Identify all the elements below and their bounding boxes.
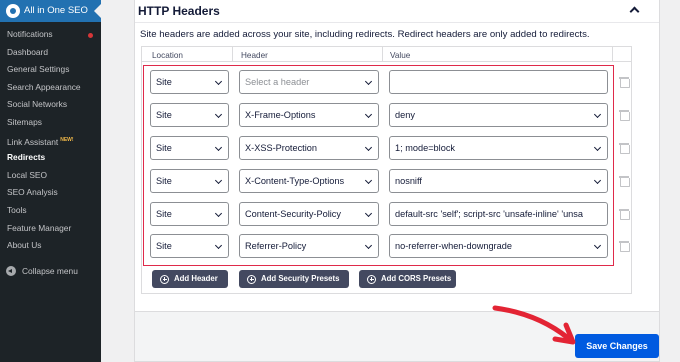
sidebar-item-seo-analysis[interactable]: SEO Analysis	[0, 184, 101, 202]
sidebar-item-label: Link Assistant	[7, 136, 59, 147]
sidebar-item-label: Social Networks	[7, 99, 68, 110]
sidebar-item-search-appearance[interactable]: Search Appearance	[0, 79, 101, 97]
add-security-presets-label: Add Security Presets	[261, 274, 340, 283]
sidebar-item-label: General Settings	[7, 64, 70, 75]
plus-circle-icon	[247, 274, 256, 284]
save-changes-button[interactable]: Save Changes	[575, 334, 659, 358]
sidebar-item-general-settings[interactable]: General Settings	[0, 61, 101, 79]
column-separator	[232, 47, 233, 61]
add-header-button[interactable]: Add Header	[152, 270, 228, 288]
highlight-box	[143, 65, 614, 266]
add-header-label: Add Header	[174, 274, 218, 283]
sidebar-item-label: SEO Analysis	[7, 187, 58, 198]
column-header-value: Value	[390, 51, 411, 60]
collapse-icon	[6, 266, 16, 276]
sidebar-item-label: Search Appearance	[7, 81, 81, 92]
sidebar-item-notifications[interactable]: Notifications	[0, 26, 101, 44]
collapse-card-icon[interactable]	[629, 6, 640, 17]
sidebar-item-label: Tools	[7, 204, 27, 215]
card-divider	[135, 22, 659, 23]
sidebar-item-label: Redirects	[7, 152, 46, 163]
active-menu-notch	[94, 4, 101, 18]
aioseo-logo-icon	[6, 4, 20, 18]
card-title: HTTP Headers	[138, 4, 220, 18]
admin-sidebar: All in One SEO Notifications Dashboard Gen…	[0, 0, 101, 362]
sidebar-item-label: About Us	[7, 240, 42, 251]
collapse-menu-label: Collapse menu	[22, 266, 78, 276]
sidebar-item-dashboard[interactable]: Dashboard	[0, 44, 101, 62]
trash-icon[interactable]	[619, 241, 630, 252]
sidebar-item-about-us[interactable]: About Us	[0, 237, 101, 255]
sidebar-menu: Notifications Dashboard General Settings Se…	[0, 26, 101, 255]
notification-dot-icon	[88, 33, 93, 38]
sidebar-item-label: Notifications	[7, 29, 53, 39]
aioseo-menu-header[interactable]: All in One SEO	[0, 0, 101, 22]
collapse-menu-button[interactable]: Collapse menu	[0, 262, 101, 280]
add-cors-presets-label: Add CORS Presets	[381, 274, 452, 283]
new-badge: NEW!	[60, 136, 74, 143]
brand-name: All in One SEO	[24, 5, 88, 16]
column-separator	[612, 47, 613, 61]
trash-icon[interactable]	[619, 77, 630, 88]
sidebar-item-label: Sitemaps	[7, 116, 42, 127]
sidebar-item-feature-manager[interactable]: Feature Manager	[0, 220, 101, 238]
add-security-presets-button[interactable]: Add Security Presets	[239, 270, 349, 288]
sidebar-item-label: Local SEO	[7, 169, 48, 180]
column-separator	[382, 47, 383, 61]
sidebar-item-local-seo[interactable]: Local SEO	[0, 167, 101, 185]
column-header-header: Header	[241, 51, 268, 60]
trash-icon[interactable]	[619, 209, 630, 220]
plus-circle-icon	[160, 274, 169, 284]
sidebar-item-label: Feature Manager	[7, 222, 72, 233]
sidebar-item-tools[interactable]: Tools	[0, 202, 101, 220]
sidebar-item-redirects[interactable]: Redirects	[0, 149, 101, 167]
sidebar-item-sitemaps[interactable]: Sitemaps	[0, 114, 101, 132]
sidebar-item-link-assistant[interactable]: Link Assistant NEW!	[0, 132, 101, 150]
plus-circle-icon	[367, 274, 376, 284]
sidebar-item-label: Dashboard	[7, 46, 48, 57]
column-header-location: Location	[152, 51, 183, 60]
table-header-divider	[142, 61, 631, 62]
trash-icon[interactable]	[619, 110, 630, 121]
sidebar-item-social-networks[interactable]: Social Networks	[0, 96, 101, 114]
trash-icon[interactable]	[619, 176, 630, 187]
add-cors-presets-button[interactable]: Add CORS Presets	[359, 270, 456, 288]
card-description: Site headers are added across your site,…	[140, 29, 590, 40]
trash-icon[interactable]	[619, 143, 630, 154]
